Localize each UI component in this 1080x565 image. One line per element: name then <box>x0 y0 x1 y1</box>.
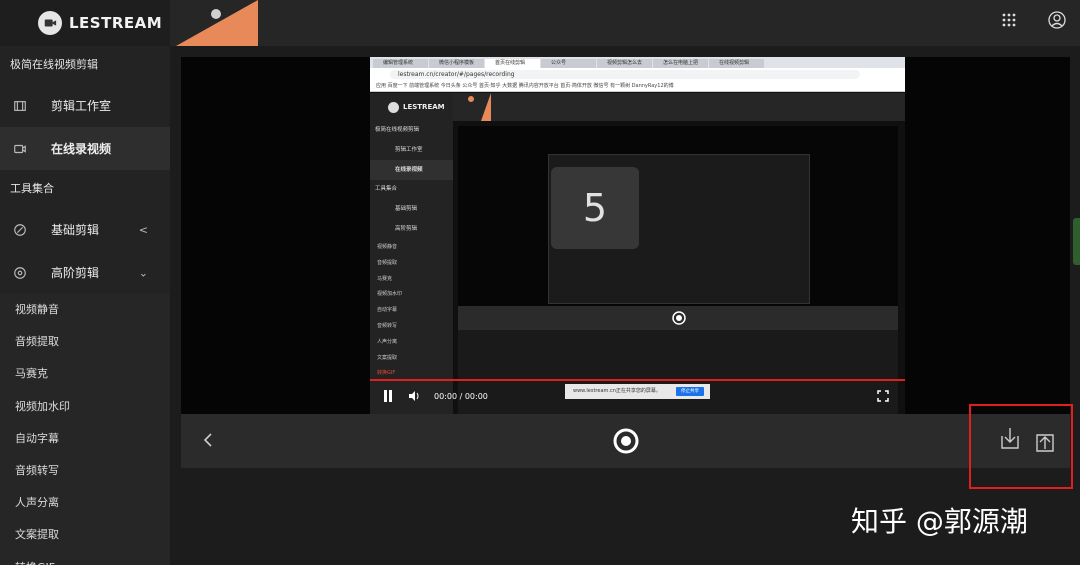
captured-sub: 文案提取 <box>377 354 398 361</box>
browser-tab: 首页在线剪辑 <box>485 59 540 68</box>
captured-decoration <box>468 93 491 121</box>
captured-sidebar: LESTREAM 极简在线视频剪辑 剪辑工作室 在线录视频 工具集合 基础剪辑 … <box>370 93 453 414</box>
sub-item-gif[interactable]: 转换GIF <box>0 551 170 565</box>
main-area: 编辑管理系统 微信小程序模板 首页在线剪辑 公众号 视频剪辑怎么去 怎么在电脑上… <box>170 46 1080 565</box>
sidebar: LESTREAM 极简在线视频剪辑 剪辑工作室 在线录视频 工具集合 基础剪辑 … <box>0 0 170 565</box>
nav-item-label: 剪辑工作室 <box>51 99 112 113</box>
chevron-left-icon[interactable] <box>201 430 215 450</box>
record-control-bar <box>181 414 1070 468</box>
nav-item-label: 高阶剪辑 <box>51 266 100 280</box>
browser-tab: 在线视频剪辑 <box>709 59 764 68</box>
capture-play-bar: 00:00 / 00:00 www.lestream.cn正在共享您的屏幕。 停… <box>370 378 905 414</box>
chevron-down-icon: ⌄ <box>138 266 148 279</box>
browser-tab: 视频剪辑怎么去 <box>597 59 652 68</box>
brand-name: LESTREAM <box>69 14 163 32</box>
captured-logo-icon <box>388 101 399 113</box>
captured-nav: 基础剪辑 <box>395 206 418 212</box>
captured-section: 极简在线视频剪辑 <box>375 127 420 133</box>
nav-item-advanced-edit[interactable]: 高阶剪辑 ⌄ <box>0 251 170 294</box>
logo[interactable]: LESTREAM <box>0 0 170 46</box>
camera-icon <box>14 144 26 153</box>
countdown-overlay: 5 <box>551 167 639 249</box>
progress-line <box>370 379 905 381</box>
captured-nav: 剪辑工作室 <box>395 147 423 153</box>
screen-capture: 编辑管理系统 微信小程序模板 首页在线剪辑 公众号 视频剪辑怎么去 怎么在电脑上… <box>370 57 905 414</box>
nav-item-label: 在线录视频 <box>51 142 112 156</box>
user-icon[interactable] <box>1048 11 1066 29</box>
nav-item-label: 基础剪辑 <box>51 223 100 237</box>
app-root: LESTREAM 极简在线视频剪辑 剪辑工作室 在线录视频 工具集合 基础剪辑 … <box>0 0 1080 565</box>
screen-share-notice: www.lestream.cn正在共享您的屏幕。 停止共享 <box>565 384 710 399</box>
browser-tab: 微信小程序模板 <box>429 59 484 68</box>
captured-record-icon <box>672 311 686 325</box>
captured-controls <box>458 306 898 330</box>
sub-item-vocal-separate[interactable]: 人声分离 <box>0 487 170 520</box>
nav-item-basic-edit[interactable]: 基础剪辑 < <box>0 208 170 251</box>
chevron-left-icon: < <box>138 223 148 236</box>
basic-edit-icon <box>14 223 26 236</box>
sub-item-auto-subtitle[interactable]: 自动字幕 <box>0 422 170 455</box>
captured-video <box>458 126 898 306</box>
grid-apps-icon[interactable] <box>1000 11 1018 29</box>
browser-address-bar: lestream.cn/creator/#/pages/recording <box>370 68 905 81</box>
section-title-tools: 工具集合 <box>10 182 54 195</box>
video-preview: 编辑管理系统 微信小程序模板 首页在线剪辑 公众号 视频剪辑怎么去 怎么在电脑上… <box>181 57 1070 414</box>
captured-nav: 在线录视频 <box>370 160 453 180</box>
advanced-edit-icon <box>14 266 26 279</box>
section-title-editor: 极简在线视频剪辑 <box>10 58 98 71</box>
browser-url: lestream.cn/creator/#/pages/recording <box>390 70 860 79</box>
sub-item-mosaic[interactable]: 马赛克 <box>0 358 170 391</box>
captured-brand: LESTREAM <box>403 103 445 111</box>
annotation-highlight-box <box>969 404 1073 489</box>
captured-sub: 视频加水印 <box>377 291 403 298</box>
sub-item-mute[interactable]: 视频静音 <box>0 294 170 327</box>
fullscreen-icon <box>877 390 889 402</box>
sub-item-audio-extract[interactable]: 音频提取 <box>0 326 170 359</box>
sub-item-watermark[interactable]: 视频加水印 <box>0 390 170 423</box>
stop-share-button: 停止共享 <box>676 387 704 396</box>
captured-sub: 音频提取 <box>377 259 398 266</box>
captured-sub: 马赛克 <box>377 275 393 282</box>
browser-tab: 怎么在电脑上把 <box>653 59 708 68</box>
film-icon <box>14 100 26 111</box>
captured-sub: 人声分离 <box>377 338 398 345</box>
captured-section: 工具集合 <box>375 186 398 192</box>
volume-icon <box>409 391 419 401</box>
captured-logo: LESTREAM <box>370 93 453 121</box>
orange-decoration <box>176 0 258 46</box>
browser-bookmarks: 应用 百度一下 前端管理系统 今日头条 公众号 首页·知乎 大数据 腾讯内容开放… <box>370 81 905 92</box>
captured-sub: 视频静音 <box>377 244 398 250</box>
nav-item-studio[interactable]: 剪辑工作室 <box>0 84 170 127</box>
browser-tab: 公众号 <box>541 59 596 68</box>
captured-topbar <box>453 93 905 121</box>
captured-sub: 音频转写 <box>377 322 398 329</box>
camera-logo-icon <box>38 11 62 35</box>
captured-sub: 自动字幕 <box>377 307 398 314</box>
pause-icon <box>384 390 392 402</box>
sub-item-copy-extract[interactable]: 文案提取 <box>0 519 170 552</box>
sub-item-transcribe[interactable]: 音频转写 <box>0 454 170 488</box>
captured-nav: 高阶剪辑 <box>395 226 418 232</box>
browser-tab: 编辑管理系统 <box>373 59 428 68</box>
share-notice-text: www.lestream.cn正在共享您的屏幕。 <box>573 388 661 394</box>
watermark: 知乎 @郭源潮 <box>851 505 1028 538</box>
nav-item-record[interactable]: 在线录视频 <box>0 127 170 170</box>
time-display: 00:00 / 00:00 <box>434 392 488 401</box>
browser-tabs: 编辑管理系统 微信小程序模板 首页在线剪辑 公众号 视频剪辑怎么去 怎么在电脑上… <box>370 57 905 68</box>
scroll-handle[interactable] <box>1073 218 1080 265</box>
record-button[interactable] <box>613 428 639 454</box>
top-bar <box>170 0 1080 46</box>
